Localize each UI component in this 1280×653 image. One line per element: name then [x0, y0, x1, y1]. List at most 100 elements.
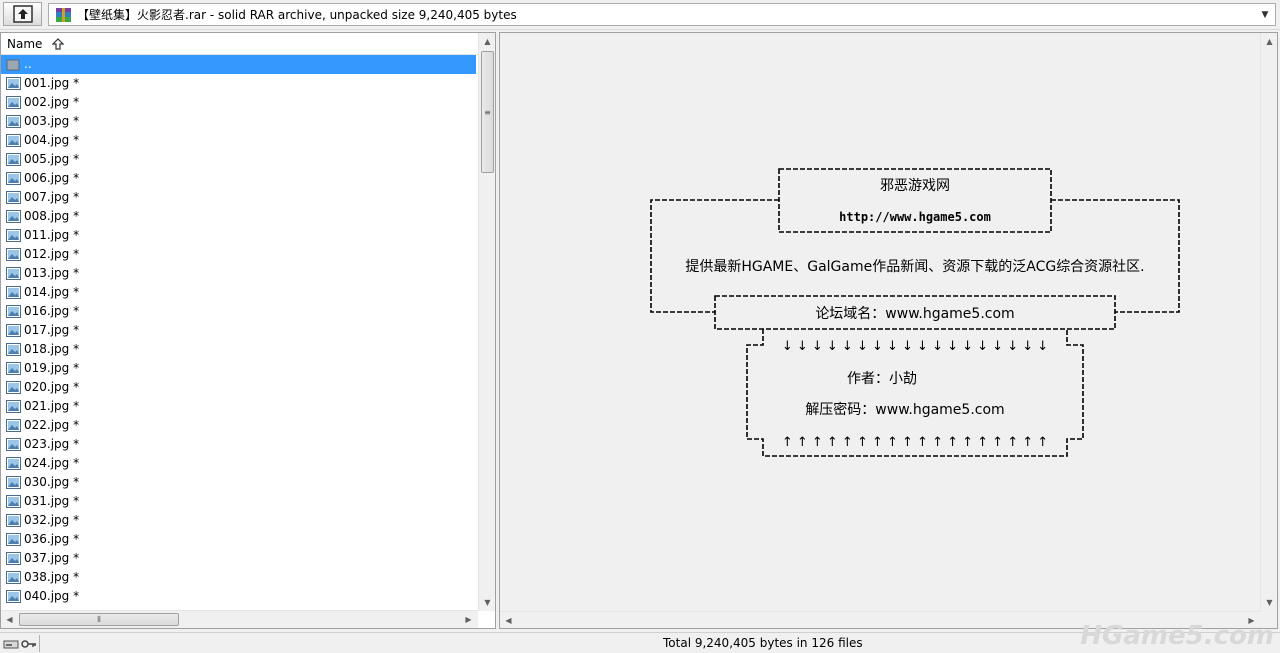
list-item-label: 003.jpg * — [24, 114, 80, 128]
status-summary-text: Total 9,240,405 bytes in 126 files — [663, 636, 863, 650]
list-item[interactable]: 005.jpg * — [1, 150, 478, 169]
list-item-label: 011.jpg * — [24, 228, 80, 242]
file-list: .. 001.jpg * 002.jpg * 003.jpg * 004.jpg * 00… — [1, 55, 478, 610]
list-item-label: 006.jpg * — [24, 171, 80, 185]
list-item[interactable]: 018.jpg * — [1, 340, 478, 359]
list-item[interactable]: 040.jpg * — [1, 587, 478, 606]
image-file-icon — [6, 191, 21, 204]
list-item[interactable]: 003.jpg * — [1, 112, 478, 131]
list-item[interactable]: 019.jpg * — [1, 359, 478, 378]
list-item[interactable]: 008.jpg * — [1, 207, 478, 226]
list-item-label: 038.jpg * — [24, 570, 80, 584]
image-file-icon — [6, 571, 21, 584]
image-file-icon — [6, 229, 21, 242]
list-item-parent-folder[interactable]: .. — [1, 55, 476, 74]
image-file-icon — [6, 267, 21, 280]
image-file-icon — [6, 552, 21, 565]
list-item[interactable]: 031.jpg * — [1, 492, 478, 511]
image-file-icon — [6, 286, 21, 299]
password-text: 解压密码：www.hgame5.com — [805, 401, 1004, 418]
list-item-label: 004.jpg * — [24, 133, 80, 147]
image-file-icon — [6, 590, 21, 603]
watermark-logo: HGame5.com — [1080, 621, 1274, 651]
image-file-icon — [6, 96, 21, 109]
list-item-label: 005.jpg * — [24, 152, 80, 166]
arrows-up-text: ↑ ↑ ↑ ↑ ↑ ↑ ↑ ↑ ↑ ↑ ↑ ↑ ↑ ↑ ↑ ↑ ↑ ↑ — [782, 435, 1048, 450]
list-item[interactable]: 002.jpg * — [1, 93, 478, 112]
image-file-icon — [6, 495, 21, 508]
author-text: 作者：小劼 — [847, 371, 917, 387]
list-item[interactable]: 007.jpg * — [1, 188, 478, 207]
scroll-up-arrow-icon[interactable]: ▲ — [479, 33, 496, 50]
image-file-icon — [6, 533, 21, 546]
list-item-label: 008.jpg * — [24, 209, 80, 223]
status-bar: Total 9,240,405 bytes in 126 files HGame… — [0, 621, 1280, 653]
image-file-icon — [6, 457, 21, 470]
list-item[interactable]: 012.jpg * — [1, 245, 478, 264]
archive-path-text: 【壁纸集】火影忍者.rar - solid RAR archive, unpac… — [77, 8, 517, 22]
list-item[interactable]: 006.jpg * — [1, 169, 478, 188]
list-item-label: 013.jpg * — [24, 266, 80, 280]
list-item[interactable]: 036.jpg * — [1, 530, 478, 549]
list-item-label: 023.jpg * — [24, 437, 80, 451]
list-item[interactable]: 037.jpg * — [1, 549, 478, 568]
address-toolbar: 【壁纸集】火影忍者.rar - solid RAR archive, unpac… — [0, 0, 1280, 30]
image-file-icon — [6, 476, 21, 489]
image-file-icon — [6, 248, 21, 261]
list-item-label: 007.jpg * — [24, 190, 80, 204]
image-file-icon — [6, 77, 21, 90]
list-item-label: 030.jpg * — [24, 475, 80, 489]
scroll-right-arrow-icon[interactable]: ▶ — [460, 611, 477, 628]
list-item[interactable]: 024.jpg * — [1, 454, 478, 473]
image-file-icon — [6, 400, 21, 413]
list-item[interactable]: 030.jpg * — [1, 473, 478, 492]
scroll-down-arrow-icon[interactable]: ▼ — [1261, 594, 1278, 611]
up-folder-icon — [12, 5, 33, 23]
scrollbar-thumb[interactable]: ≡ — [481, 51, 494, 173]
drive-icon[interactable] — [3, 638, 19, 650]
scrollbar-thumb[interactable]: ⦀ — [19, 613, 179, 626]
list-item-label: 014.jpg * — [24, 285, 80, 299]
list-item[interactable]: 021.jpg * — [1, 397, 478, 416]
list-item[interactable]: 023.jpg * — [1, 435, 478, 454]
list-item[interactable]: 001.jpg * — [1, 74, 478, 93]
list-item[interactable]: 013.jpg * — [1, 264, 478, 283]
list-item[interactable]: 004.jpg * — [1, 131, 478, 150]
image-file-icon — [6, 381, 21, 394]
list-item[interactable]: 011.jpg * — [1, 226, 478, 245]
image-file-icon — [6, 324, 21, 337]
scroll-down-arrow-icon[interactable]: ▼ — [479, 594, 496, 611]
list-item[interactable]: 016.jpg * — [1, 302, 478, 321]
archive-path-combobox[interactable]: 【壁纸集】火影忍者.rar - solid RAR archive, unpac… — [48, 3, 1276, 26]
list-item[interactable]: 020.jpg * — [1, 378, 478, 397]
scroll-left-arrow-icon[interactable]: ◀ — [1, 611, 18, 628]
scroll-up-arrow-icon[interactable]: ▲ — [1261, 33, 1278, 50]
rar-archive-icon — [56, 7, 71, 22]
image-file-icon — [6, 438, 21, 451]
list-item-label: 012.jpg * — [24, 247, 80, 261]
list-item-label: 016.jpg * — [24, 304, 80, 318]
list-item[interactable]: 032.jpg * — [1, 511, 478, 530]
list-item[interactable]: 014.jpg * — [1, 283, 478, 302]
image-file-icon — [6, 419, 21, 432]
file-list-horizontal-scrollbar[interactable]: ◀ ⦀ ▶ — [1, 610, 478, 628]
file-list-vertical-scrollbar[interactable]: ▲ ≡ ▼ — [478, 33, 495, 611]
list-item-label: 001.jpg * — [24, 76, 80, 90]
column-header-name[interactable]: Name — [1, 33, 478, 55]
image-file-icon — [6, 172, 21, 185]
site-url-text: http://www.hgame5.com — [839, 210, 991, 224]
folder-icon — [6, 59, 20, 71]
up-folder-button[interactable] — [3, 2, 42, 26]
list-item[interactable]: 038.jpg * — [1, 568, 478, 587]
key-icon[interactable] — [21, 638, 37, 650]
list-item[interactable]: 017.jpg * — [1, 321, 478, 340]
scroll-left-arrow-icon[interactable]: ◀ — [500, 612, 517, 629]
viewer-vertical-scrollbar[interactable]: ▲ ▼ — [1260, 33, 1277, 611]
list-item[interactable]: 022.jpg * — [1, 416, 478, 435]
list-item-label: 020.jpg * — [24, 380, 80, 394]
chevron-down-icon[interactable]: ▼ — [1257, 4, 1273, 25]
arrows-down-text: ↓ ↓ ↓ ↓ ↓ ↓ ↓ ↓ ↓ ↓ ↓ ↓ ↓ ↓ ↓ ↓ ↓ ↓ — [782, 339, 1048, 354]
list-item-label: 036.jpg * — [24, 532, 80, 546]
image-file-icon — [6, 362, 21, 375]
list-item-label: .. — [23, 56, 33, 73]
